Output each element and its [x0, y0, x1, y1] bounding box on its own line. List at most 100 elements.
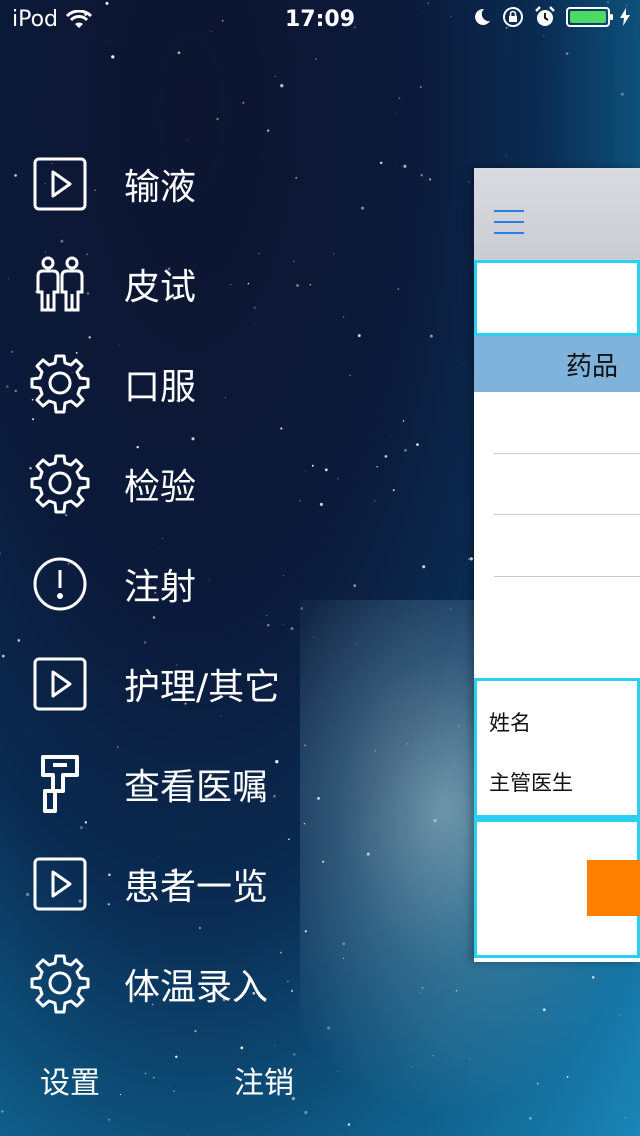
- star: [14, 174, 17, 177]
- navigation-bar: [474, 168, 640, 260]
- table-row[interactable]: [494, 514, 640, 515]
- menu-item-injection[interactable]: 注射: [28, 534, 328, 634]
- star: [421, 987, 424, 989]
- star: [407, 743, 409, 745]
- star: [620, 92, 624, 96]
- action-area: [474, 818, 640, 958]
- menu-item-oral[interactable]: 口服: [28, 334, 328, 434]
- star: [14, 389, 17, 393]
- star: [111, 55, 115, 59]
- menu-item-infusion[interactable]: 输液: [28, 134, 328, 234]
- star: [108, 1118, 110, 1121]
- menu-footer: 设置 注销: [0, 1058, 640, 1102]
- star: [429, 334, 433, 338]
- star: [419, 86, 422, 88]
- star: [396, 112, 397, 114]
- key-icon: [28, 752, 92, 816]
- star: [468, 181, 470, 183]
- star: [361, 206, 365, 210]
- table-row[interactable]: [494, 576, 640, 577]
- table-row[interactable]: [494, 453, 640, 454]
- menu-item-label: 注射: [124, 567, 197, 608]
- menu-item-label: 查看医嘱: [124, 767, 269, 808]
- hamburger-menu-icon[interactable]: [494, 210, 524, 234]
- menu-item-temperature-entry[interactable]: 体温录入: [28, 934, 328, 1034]
- star: [374, 500, 376, 502]
- gear-icon: [28, 952, 92, 1016]
- menu-item-lab-test[interactable]: 检验: [28, 434, 328, 534]
- star: [292, 1053, 296, 1056]
- menu-item-label: 口服: [124, 367, 197, 408]
- menu-item-label: 输液: [124, 167, 197, 208]
- star: [274, 1045, 276, 1047]
- exclamation-icon: [28, 552, 92, 616]
- play-icon: [28, 852, 92, 916]
- star: [315, 58, 317, 60]
- star: [422, 565, 426, 569]
- star: [429, 178, 432, 181]
- star: [403, 164, 407, 168]
- attending-doctor-label: 主管医生: [489, 771, 573, 795]
- status-bar: iPod 17:09: [0, 0, 640, 40]
- star: [0, 552, 2, 555]
- drug-list: [474, 392, 640, 678]
- star: [398, 97, 401, 99]
- logout-button[interactable]: 注销: [234, 1058, 294, 1102]
- star: [1, 654, 5, 658]
- star: [188, 1134, 189, 1135]
- star: [505, 154, 507, 156]
- star: [432, 1055, 434, 1057]
- menu-item-label: 护理/其它: [124, 667, 281, 708]
- star: [402, 420, 405, 422]
- patient-name-label: 姓名: [489, 711, 531, 735]
- star: [379, 161, 383, 165]
- star: [420, 992, 422, 994]
- star: [357, 334, 361, 338]
- menu-item-view-orders[interactable]: 查看医嘱: [28, 734, 328, 834]
- star: [242, 101, 245, 104]
- star: [342, 957, 345, 960]
- star: [355, 643, 357, 645]
- star: [384, 455, 388, 458]
- star: [624, 1116, 626, 1119]
- menu-item-skin-test[interactable]: 皮试: [28, 234, 328, 334]
- star: [347, 1123, 351, 1126]
- settings-button[interactable]: 设置: [40, 1058, 100, 1102]
- star: [376, 466, 378, 468]
- star: [404, 448, 407, 452]
- menu-item-patient-overview[interactable]: 患者一览: [28, 834, 328, 934]
- menu-item-nursing-other[interactable]: 护理/其它: [28, 634, 328, 734]
- star: [390, 436, 391, 437]
- menu-item-label: 皮试: [124, 267, 197, 308]
- star: [11, 350, 14, 354]
- patient-info: 姓名 主管医生: [474, 678, 640, 818]
- search-input[interactable]: [474, 260, 640, 336]
- star: [177, 51, 181, 55]
- star: [1, 1110, 4, 1113]
- star: [454, 765, 456, 766]
- star: [17, 639, 21, 642]
- star: [463, 363, 465, 364]
- star: [337, 478, 339, 480]
- gear-icon: [28, 452, 92, 516]
- charging-icon: [620, 8, 630, 26]
- star: [342, 316, 345, 318]
- star: [274, 75, 276, 77]
- star: [420, 173, 423, 177]
- star: [542, 1008, 546, 1012]
- star: [8, 278, 10, 280]
- gear-icon: [28, 352, 92, 416]
- moon-icon: [475, 8, 490, 25]
- star: [216, 117, 219, 121]
- content-panel[interactable]: 药品 姓名 主管医生: [474, 168, 640, 962]
- submit-button[interactable]: [587, 860, 640, 916]
- people-icon: [28, 252, 92, 316]
- star: [396, 161, 397, 163]
- star: [565, 52, 569, 55]
- star: [353, 584, 357, 587]
- star: [458, 725, 460, 727]
- side-menu: 输液 皮试 口服 检验 注射 护理/其它 查看医嘱 患者一览 体温录入: [28, 134, 328, 1034]
- alarm-icon: [535, 6, 555, 26]
- star: [304, 1110, 308, 1115]
- star: [333, 253, 335, 255]
